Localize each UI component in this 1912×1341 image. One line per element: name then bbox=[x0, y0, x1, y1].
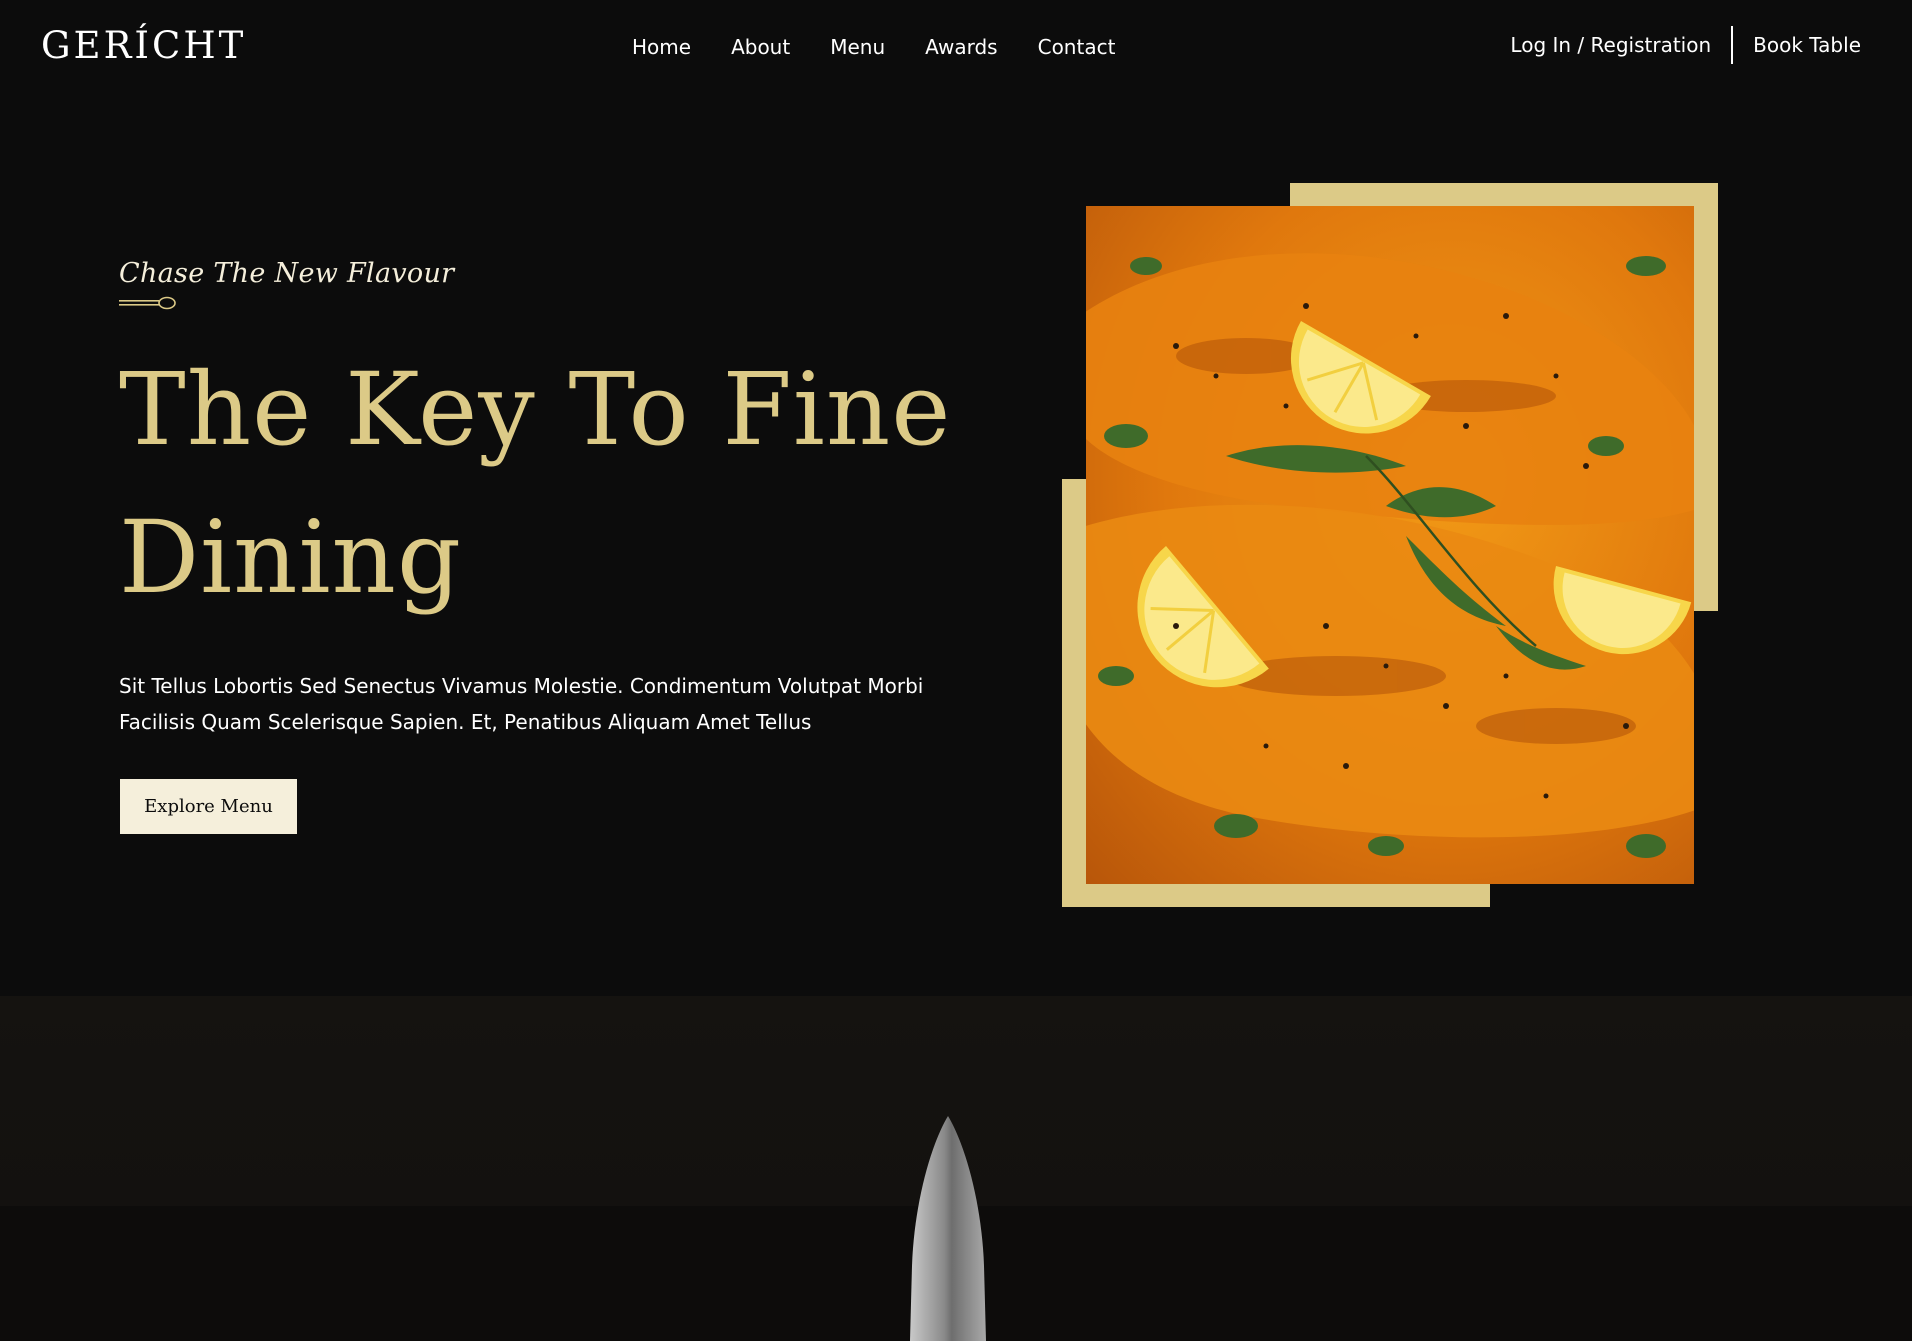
salmon-dish-illustration bbox=[1086, 253, 1694, 858]
next-section-preview bbox=[0, 996, 1912, 1341]
hero-subtitle: Chase The New Flavour bbox=[119, 258, 455, 289]
nav-about-link[interactable]: About bbox=[711, 28, 810, 66]
nav-menu-link[interactable]: Menu bbox=[810, 28, 905, 66]
book-table-link[interactable]: Book Table bbox=[1753, 26, 1861, 64]
login-registration-link[interactable]: Log In / Registration bbox=[1510, 26, 1711, 64]
hero-description: Sit Tellus Lobortis Sed Senectus Vivamus… bbox=[119, 674, 924, 734]
nav-contact-link[interactable]: Contact bbox=[1018, 28, 1136, 66]
explore-menu-button[interactable]: Explore Menu bbox=[120, 779, 297, 834]
logo[interactable]: GERÍCHT bbox=[41, 22, 246, 70]
knife-icon bbox=[910, 1116, 986, 1341]
nav-links: Home About Menu Awards Contact bbox=[612, 28, 1135, 66]
nav-actions: Log In / Registration Book Table bbox=[1510, 26, 1861, 64]
hero-food-image bbox=[1086, 206, 1694, 884]
nav-awards-link[interactable]: Awards bbox=[905, 28, 1017, 66]
navbar: GERÍCHT Home About Menu Awards Contact L… bbox=[0, 0, 1912, 94]
landing-page: GERÍCHT Home About Menu Awards Contact L… bbox=[0, 0, 1912, 1341]
nav-divider bbox=[1731, 26, 1734, 64]
spoon-icon bbox=[119, 296, 176, 310]
hero-headline: The Key To Fine Dining bbox=[119, 351, 952, 616]
nav-home-link[interactable]: Home bbox=[612, 28, 711, 66]
